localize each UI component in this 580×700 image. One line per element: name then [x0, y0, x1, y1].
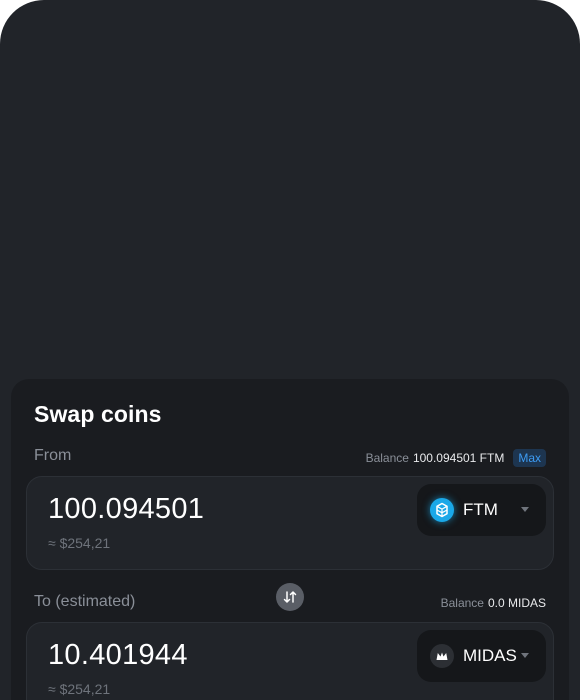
from-token-name: FTM [463, 500, 498, 519]
swap-arrows-icon [283, 591, 297, 603]
to-balance: Balance 0.0 MIDAS [441, 596, 546, 610]
to-amount-box: ≈ $254,21 MIDAS [26, 622, 554, 700]
chevron-down-icon [521, 507, 529, 512]
from-amount-box: ≈ $254,21 FTM [26, 476, 554, 570]
to-amount-input[interactable] [48, 639, 348, 672]
from-amount-input[interactable] [48, 493, 348, 526]
chevron-down-icon [521, 653, 529, 658]
app-screen: Swap coins From Balance 100.094501 FTM M… [0, 0, 580, 700]
to-balance-label: Balance [440, 596, 484, 610]
from-token-select[interactable]: FTM [417, 484, 546, 536]
page-title: Swap coins [34, 401, 162, 427]
from-label: From [34, 447, 72, 464]
to-label: To (estimated) [34, 593, 136, 610]
midas-icon [430, 644, 454, 668]
from-fiat-value: ≈ $254,21 [48, 535, 111, 551]
to-token-name: MIDAS [463, 646, 517, 665]
to-fiat-value: ≈ $254,21 [48, 681, 111, 697]
from-balance: Balance 100.094501 FTM Max [366, 449, 546, 467]
from-balance-label: Balance [365, 451, 409, 465]
from-balance-value: 100.094501 FTM [412, 451, 505, 465]
to-balance-value: 0.0 MIDAS [487, 596, 546, 610]
fantom-icon [430, 498, 454, 522]
swap-direction-button[interactable] [276, 583, 304, 611]
to-token-select[interactable]: MIDAS [417, 630, 546, 682]
max-button[interactable]: Max [513, 449, 546, 467]
swap-panel: Swap coins From Balance 100.094501 FTM M… [11, 379, 569, 700]
